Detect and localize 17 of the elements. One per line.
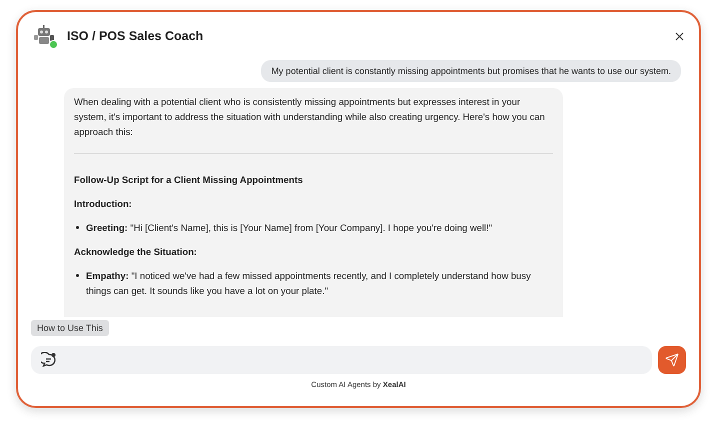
chat-title: ISO / POS Sales Coach bbox=[67, 29, 204, 43]
bullet-icon bbox=[76, 274, 79, 277]
message-paragraph: When dealing with a potential client who is consistently missing appointments but expresses interest in your system, it's important to address the situation with understanding while also creating urgency. Here's how you can approach this: bbox=[74, 95, 546, 139]
robot-icon bbox=[33, 24, 55, 46]
section-heading: Follow-Up Script for a Client Missing Appointments bbox=[74, 173, 304, 187]
section-heading: Acknowledge the Situation: bbox=[74, 245, 198, 259]
bullet-icon bbox=[76, 226, 79, 229]
bullet-text: Empathy: "I noticed we've had a few missed appointments recently, and I completely understand how busy things can get. It sounds like you have a lot on your plate." bbox=[86, 269, 532, 298]
user-message: My potential client is constantly missing appointments but promises that he wants to use our system. bbox=[261, 60, 681, 82]
close-button[interactable] bbox=[673, 30, 686, 42]
bullet-text: Greeting: "Hi [Client's Name], this is [Your Name] from [Your Company]. I hope you're doing well!" bbox=[86, 221, 492, 235]
suggestion-chip[interactable]: How to Use This bbox=[31, 320, 109, 336]
chat-icon[interactable] bbox=[41, 352, 57, 368]
close-icon bbox=[673, 30, 686, 42]
send-button[interactable] bbox=[658, 346, 686, 374]
section-heading: Introduction: bbox=[74, 197, 133, 211]
send-icon bbox=[665, 353, 679, 367]
